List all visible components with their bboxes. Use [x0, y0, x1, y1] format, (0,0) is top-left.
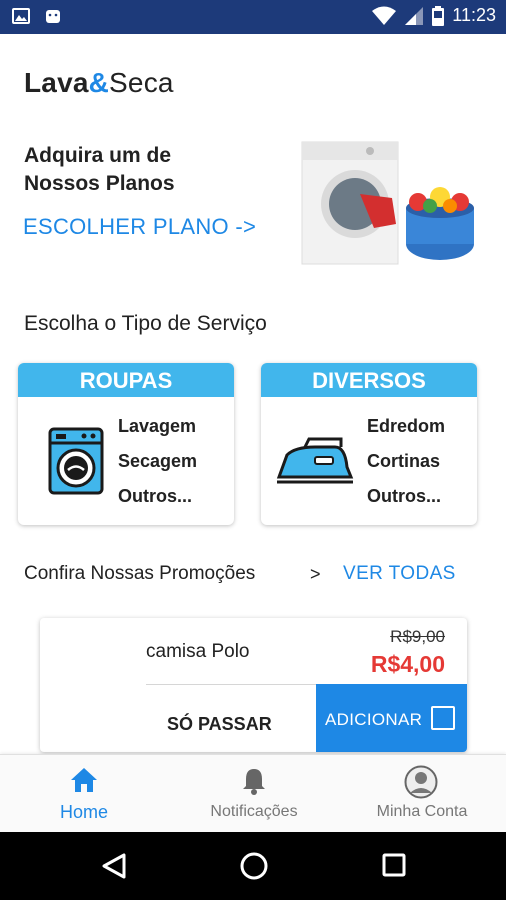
- clock: 11:23: [452, 5, 496, 25]
- choose-plan-link[interactable]: ESCOLHER PLANO ->: [23, 214, 256, 240]
- wifi-icon: [372, 6, 397, 25]
- card-header: ROUPAS: [18, 363, 234, 397]
- laundry-illustration: [301, 141, 474, 265]
- product-name: camisa Polo: [146, 641, 250, 662]
- add-button-label: ADICIONAR: [325, 710, 423, 729]
- service-list: Edredom Cortinas Outros...: [367, 416, 446, 506]
- home-icon: [71, 768, 97, 792]
- nav-account[interactable]: Minha Conta: [358, 755, 486, 833]
- status-bar: 11:23: [0, 0, 506, 34]
- washing-machine-icon: [48, 427, 104, 495]
- new-price: R$4,00: [370, 651, 445, 677]
- account-icon: [404, 765, 438, 799]
- service-card-roupas[interactable]: ROUPAS Lavagem Secagem Outros...: [18, 363, 234, 525]
- service-type-label: SÓ PASSAR: [167, 714, 272, 734]
- service-type-title: Escolha o Tipo de Serviço: [24, 312, 267, 335]
- image-notification-icon: [12, 8, 30, 24]
- nav-label: Home: [59, 802, 108, 822]
- android-notification-icon: [46, 10, 60, 23]
- bottom-navigation: Home Notificações Minha Conta: [0, 754, 506, 833]
- recents-icon[interactable]: [381, 852, 407, 878]
- main-screen: Lava&Seca Adquira um de Nossos Planos ES…: [0, 34, 506, 754]
- promotion-card: camisa Polo R$9,00 R$4,00 SÓ PASSAR ADIC…: [40, 618, 467, 752]
- nav-notifications[interactable]: Notificações: [190, 755, 318, 833]
- app-logo: Lava&Seca: [24, 67, 174, 98]
- card-header: DIVERSOS: [261, 363, 477, 397]
- nav-label: Notificações: [210, 803, 298, 820]
- service-card-diversos[interactable]: DIVERSOS Edredom Cortinas Outros...: [261, 363, 477, 525]
- nav-home[interactable]: Home: [20, 755, 148, 833]
- home-circle-icon[interactable]: [239, 851, 269, 881]
- iron-icon: [276, 437, 354, 484]
- service-list: Lavagem Secagem Outros...: [118, 416, 198, 506]
- nav-label: Minha Conta: [376, 803, 468, 820]
- add-to-cart-button[interactable]: ADICIONAR: [316, 684, 467, 752]
- see-all-link[interactable]: VER TODAS: [343, 563, 456, 585]
- plans-title: Adquira um de Nossos Planos: [24, 144, 175, 195]
- promotions-title: Confira Nossas Promoções: [24, 563, 256, 584]
- old-price: R$9,00: [390, 627, 445, 646]
- back-icon[interactable]: [100, 852, 128, 880]
- promotions-header: Confira Nossas Promoções > VER TODAS: [24, 563, 464, 585]
- battery-icon: [432, 5, 445, 26]
- system-navigation-bar: [0, 832, 506, 900]
- signal-icon: [405, 6, 424, 25]
- bell-icon: [243, 769, 265, 795]
- chevron-right-icon: >: [310, 564, 321, 584]
- checkbox[interactable]: [431, 706, 455, 730]
